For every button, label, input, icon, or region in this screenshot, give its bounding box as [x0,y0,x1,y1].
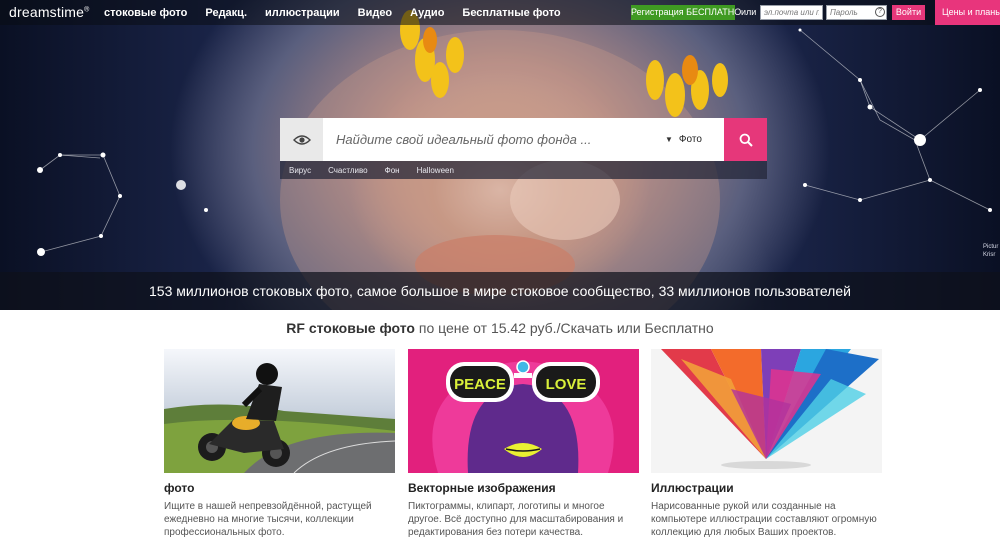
main-nav-links: стоковые фото Редакц. иллюстрации Видео … [104,7,579,19]
card-description: Пиктограммы, клипарт, логотипы и многое … [408,501,624,538]
stats-banner: 153 миллионов стоковых фото, самое больш… [0,272,1000,310]
headline-rest: по цене от 15.42 руб./Скачать или Беспла… [414,320,714,336]
peace-art-text: PEACE [454,376,506,393]
email-field[interactable] [760,5,823,20]
logo-text: dreamstime [9,4,85,20]
media-type-selected: Фото [678,134,702,145]
chevron-down-icon: ▼ [665,135,673,144]
tag-link-halloween[interactable]: Halloween [417,166,454,175]
pricing-headline: RF стоковые фото по цене от 15.42 руб./С… [0,320,1000,336]
nav-link-illustrations[interactable]: иллюстрации [265,7,340,19]
credit-line-2: Krisr [983,252,996,258]
photo-credit: Pictur Krisr [983,243,998,259]
nav-link-free-photos[interactable]: Бесплатные фото [462,7,560,19]
search-input[interactable] [323,118,665,161]
eye-icon [292,134,311,145]
search-button[interactable] [724,118,767,161]
credit-line-1: Pictur [983,244,999,250]
nav-link-stock-photos[interactable]: стоковые фото [104,7,187,19]
logo-registered-mark: ® [84,6,90,14]
card-title[interactable]: Иллюстрации [651,481,882,495]
category-card-photos[interactable]: фото Ищите в нашей непревзойдённой, раст… [164,349,395,539]
headline-bold: RF стоковые фото [286,320,415,336]
card-title[interactable]: Векторные изображения [408,481,639,495]
dreamstime-logo[interactable]: dreamstime® [9,4,90,20]
category-card-vectors[interactable]: PEACE LOVE Векторные изображения Пиктогр… [408,349,639,539]
nav-link-video[interactable]: Видео [358,7,393,19]
tag-link-happy[interactable]: Счастливо [328,166,368,175]
help-icon[interactable]: ? [875,7,885,17]
pricing-plans-button[interactable]: Цены и планы с [935,0,1000,25]
love-art-text: LOVE [546,376,587,393]
media-type-dropdown[interactable]: ▼ Фото [665,118,724,161]
search-icon [739,133,753,147]
nav-link-editorial[interactable]: Редакц. [205,7,247,19]
search-bar: ▼ Фото [280,118,767,161]
tag-link-virus[interactable]: Вирус [289,166,311,175]
category-card-illustrations[interactable]: Иллюстрации Нарисованные рукой или созда… [651,349,882,539]
illustration-thumbnail[interactable] [651,349,882,473]
card-description: Ищите в нашей непревзойдённой, растущей … [164,501,372,538]
tag-link-background[interactable]: Фон [385,166,400,175]
login-button[interactable]: Войти [892,5,925,20]
card-description: Нарисованные рукой или созданные на комп… [651,501,877,538]
vector-thumbnail[interactable]: PEACE LOVE [408,349,639,473]
nav-link-audio[interactable]: Аудио [410,7,444,19]
top-navigation: dreamstime® стоковые фото Редакц. иллюст… [0,0,1000,25]
or-label: или [741,7,757,17]
photo-thumbnail[interactable] [164,349,395,473]
visual-search-toggle[interactable] [280,118,323,161]
register-free-button[interactable]: Регистрация БЕСПЛАТНО [631,5,741,20]
popular-tags-bar: Вирус Счастливо Фон Halloween [280,161,767,179]
card-title[interactable]: фото [164,481,395,495]
